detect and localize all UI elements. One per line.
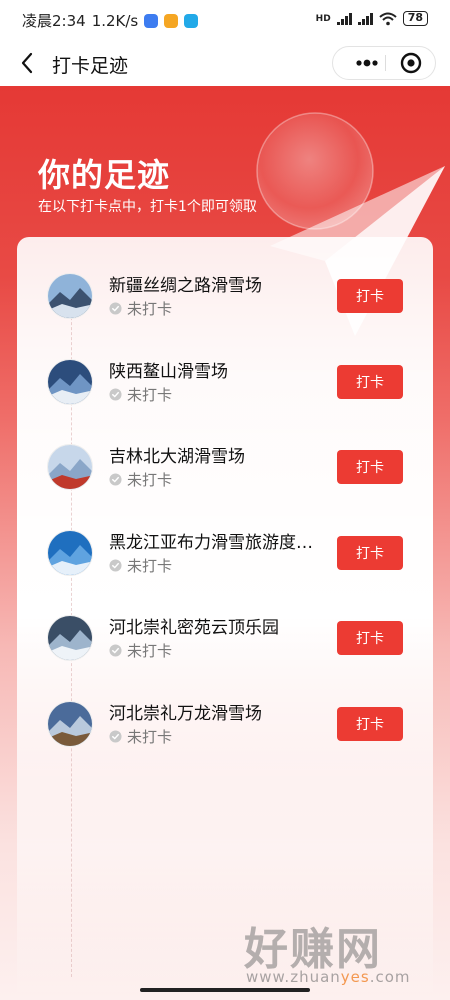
spot-status: 未打卡 <box>109 298 172 319</box>
page-title: 打卡足迹 <box>52 55 129 77</box>
status-speed: 1.2K/s <box>91 11 139 30</box>
spot-status: 未打卡 <box>109 469 172 490</box>
checkin-spot-item: 新疆丝绸之路滑雪场未打卡 打卡 <box>47 267 407 327</box>
spot-thumbnail <box>47 700 93 747</box>
status-text: 未打卡 <box>127 727 173 746</box>
checkin-button[interactable]: 打卡 <box>337 364 403 399</box>
more-options-icon[interactable] <box>349 47 385 79</box>
hero-subtitle: 在以下打卡点中，打卡1个即可领取 <box>38 199 257 215</box>
spot-thumbnail <box>47 358 93 405</box>
check-circle-icon <box>109 387 122 401</box>
spot-name: 新疆丝绸之路滑雪场 <box>109 276 262 296</box>
checkin-spot-item: 河北崇礼密苑云顶乐园未打卡 打卡 <box>47 609 407 669</box>
status-text: 未打卡 <box>127 385 173 404</box>
checkin-spot-item: 吉林北大湖滑雪场未打卡 打卡 <box>47 438 407 498</box>
spot-status: 未打卡 <box>109 384 172 405</box>
checkin-button[interactable]: 打卡 <box>337 450 403 484</box>
close-miniprogram-icon[interactable] <box>399 51 423 75</box>
home-indicator <box>140 988 310 992</box>
spot-thumbnail <box>47 529 93 576</box>
check-circle-icon <box>109 473 122 486</box>
signal-icon <box>336 12 352 25</box>
check-circle-icon <box>109 558 122 572</box>
app-notification-icon <box>164 13 179 28</box>
checkin-button[interactable]: 打卡 <box>337 279 403 313</box>
spot-thumbnail <box>47 273 93 319</box>
status-text: 未打卡 <box>127 642 173 660</box>
watermark-url-prefix: www.zhuan <box>246 968 341 986</box>
status-bar: 凌晨2:34 1.2K/s HD 78 <box>0 0 450 40</box>
checkin-button[interactable]: 打卡 <box>337 706 403 741</box>
signal-icon <box>357 12 373 25</box>
miniprogram-capsule <box>332 46 436 80</box>
nav-bar: 打卡足迹 <box>0 40 450 86</box>
spot-name: 陕西鳌山滑雪场 <box>109 361 228 382</box>
status-text: 未打卡 <box>127 300 173 318</box>
back-arrow-icon[interactable] <box>14 49 42 77</box>
checkin-spot-item: 陕西鳌山滑雪场未打卡 打卡 <box>47 353 407 413</box>
checkin-list-card: 新疆丝绸之路滑雪场 未打卡 打卡 陕西鳌山滑雪场 未打卡 打卡 吉林北大湖滑雪场 未打卡 打卡黑… <box>17 237 433 1000</box>
watermark-url: www.zhuanyes.com <box>246 968 411 986</box>
checkin-button[interactable]: 打卡 <box>337 535 403 570</box>
wifi-icon <box>379 12 397 25</box>
spot-status: 未打卡 <box>109 726 172 747</box>
spot-status: 未打卡 <box>109 555 172 576</box>
status-left: 凌晨2:34 1.2K/s <box>22 10 199 31</box>
hd-indicator: HD <box>315 13 331 24</box>
checkin-button[interactable]: 打卡 <box>337 621 403 655</box>
app-notification-icon <box>184 13 199 28</box>
checkin-spot-item: 黑龙江亚布力滑雪旅游度假区未打卡 打卡 <box>47 524 407 584</box>
hero-section: 你的足迹 在以下打卡点中，打卡1个即可领取 新疆丝绸之路滑雪场 未打卡 打卡 陕西鳌山… <box>0 86 450 1000</box>
check-circle-icon <box>109 644 122 657</box>
check-circle-icon <box>109 729 122 743</box>
status-text: 未打卡 <box>127 471 173 489</box>
watermark-url-suffix: .com <box>369 968 411 986</box>
spot-name: 吉林北大湖滑雪场 <box>109 447 245 467</box>
spot-thumbnail <box>47 444 93 490</box>
check-circle-icon <box>109 302 122 315</box>
spot-thumbnail <box>47 615 93 661</box>
spot-name: 河北崇礼密苑云顶乐园 <box>109 618 279 638</box>
battery-indicator: 78 <box>402 11 428 26</box>
spot-name: 黑龙江亚布力滑雪旅游度假区 <box>109 532 319 553</box>
capsule-divider <box>385 55 386 71</box>
app-notification-icon <box>144 13 159 28</box>
spot-status: 未打卡 <box>109 640 172 661</box>
spot-name: 河北崇礼万龙滑雪场 <box>109 703 262 724</box>
checkin-spot-item: 河北崇礼万龙滑雪场未打卡 打卡 <box>47 695 407 755</box>
watermark-url-highlight: yes <box>340 968 370 986</box>
status-time: 凌晨2:34 <box>22 12 86 30</box>
status-right: HD 78 <box>316 11 428 26</box>
hero-title: 你的足迹 <box>38 156 171 194</box>
status-text: 未打卡 <box>127 556 173 575</box>
